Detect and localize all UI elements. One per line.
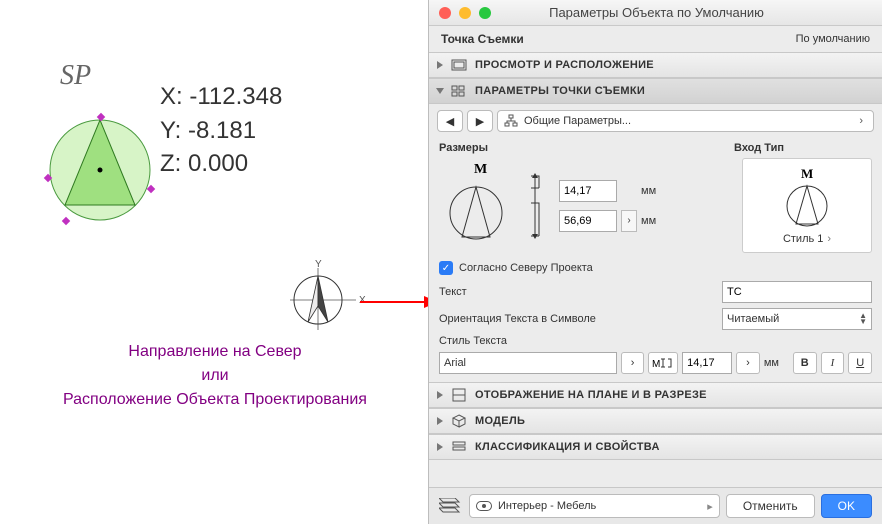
nav-path[interactable]: Общие Параметры... › <box>497 110 874 132</box>
minimize-window[interactable] <box>459 7 471 19</box>
nav-forward[interactable]: ▶ <box>467 110 493 132</box>
orientation-select[interactable]: Читаемый ▲▼ <box>722 308 872 330</box>
survey-point-symbol[interactable] <box>30 100 170 240</box>
nav-back[interactable]: ◀ <box>437 110 463 132</box>
unit2: мм <box>641 215 656 227</box>
caption: Направление на Север или Расположение Об… <box>30 340 400 412</box>
font-select[interactable]: Arial <box>439 352 617 374</box>
coord-y: Y: -8.181 <box>160 114 282 148</box>
chevron-updown-icon: ▲▼ <box>859 313 867 325</box>
coordinates: X: -112.348 Y: -8.181 Z: 0.000 <box>160 80 282 181</box>
section-preview[interactable]: ПРОСМОТР И РАСПОЛОЖЕНИЕ <box>429 52 882 78</box>
caption-line2: или <box>30 364 400 388</box>
classification-icon <box>451 439 467 455</box>
underline-button[interactable]: U <box>848 352 872 374</box>
project-north-checkbox[interactable]: ✓ <box>439 261 453 275</box>
north-compass: Y X <box>280 260 370 340</box>
italic-button[interactable]: I <box>821 352 845 374</box>
textstyle-label: Стиль Текста <box>439 335 507 347</box>
type-label: Вход Тип <box>734 142 784 154</box>
layers-icon <box>439 498 463 514</box>
svg-text:M: M <box>801 166 813 181</box>
m-label: M <box>474 162 487 177</box>
window-title: Параметры Объекта по Умолчанию <box>491 5 822 20</box>
sizes-label: Размеры <box>439 142 488 154</box>
section-model[interactable]: МОДЕЛЬ <box>429 408 882 434</box>
fontsize-stepper[interactable]: › <box>736 352 760 374</box>
sp-label: SP <box>60 60 91 92</box>
layer-selector[interactable]: Интерьер - Мебель ▸ <box>469 494 720 518</box>
close-window[interactable] <box>439 7 451 19</box>
orientation-label: Ориентация Текста в Символе <box>439 313 596 325</box>
unit1: мм <box>641 185 656 197</box>
coord-x: X: -112.348 <box>160 80 282 114</box>
size2-stepper[interactable]: › <box>621 210 637 232</box>
cancel-button[interactable]: Отменить <box>726 494 815 518</box>
caption-line1: Направление на Север <box>30 340 400 364</box>
size1-input[interactable] <box>559 180 617 202</box>
section-display[interactable]: ОТОБРАЖЕНИЕ НА ПЛАНЕ И В РАЗРЕЗЕ <box>429 382 882 408</box>
hierarchy-icon <box>504 114 518 128</box>
dimension-brackets <box>529 158 549 243</box>
settings-panel: Параметры Объекта по Умолчанию Точка Съе… <box>428 0 882 524</box>
svg-text:Y: Y <box>315 260 322 270</box>
params-icon <box>451 83 467 99</box>
size2-input[interactable] <box>559 210 617 232</box>
model-icon <box>451 413 467 429</box>
default-link[interactable]: По умолчанию <box>796 33 870 45</box>
section-classification[interactable]: КЛАССИФИКАЦИЯ И СВОЙСТВА <box>429 434 882 460</box>
zoom-window[interactable] <box>479 7 491 19</box>
fontsize-unit: мм <box>764 357 779 369</box>
eye-icon <box>476 501 492 511</box>
coord-z: Z: 0.000 <box>160 147 282 181</box>
svg-text:M: M <box>652 359 660 369</box>
size-preview: M <box>439 158 519 248</box>
style-name: Стиль 1 <box>783 233 823 245</box>
object-type-label: Точка Съемки <box>441 32 524 46</box>
project-north-label: Согласно Северу Проекта <box>459 262 593 274</box>
bold-button[interactable]: B <box>793 352 817 374</box>
display-icon <box>451 387 467 403</box>
text-field-label: Текст <box>439 286 467 298</box>
font-stepper[interactable]: › <box>621 352 645 374</box>
ok-button[interactable]: OK <box>821 494 872 518</box>
fontsize-input[interactable] <box>682 352 732 374</box>
annotation-arrow <box>360 295 438 309</box>
titlebar: Параметры Объекта по Умолчанию <box>429 0 882 26</box>
section-params[interactable]: ПАРАМЕТРЫ ТОЧКИ СЪЕМКИ <box>429 78 882 104</box>
text-measure-icon: M <box>648 352 678 374</box>
type-preview[interactable]: M Стиль 1 › <box>742 158 872 253</box>
text-field-input[interactable] <box>722 281 872 303</box>
preview-icon <box>451 57 467 73</box>
caption-line3: Расположение Объекта Проектирования <box>30 388 400 412</box>
